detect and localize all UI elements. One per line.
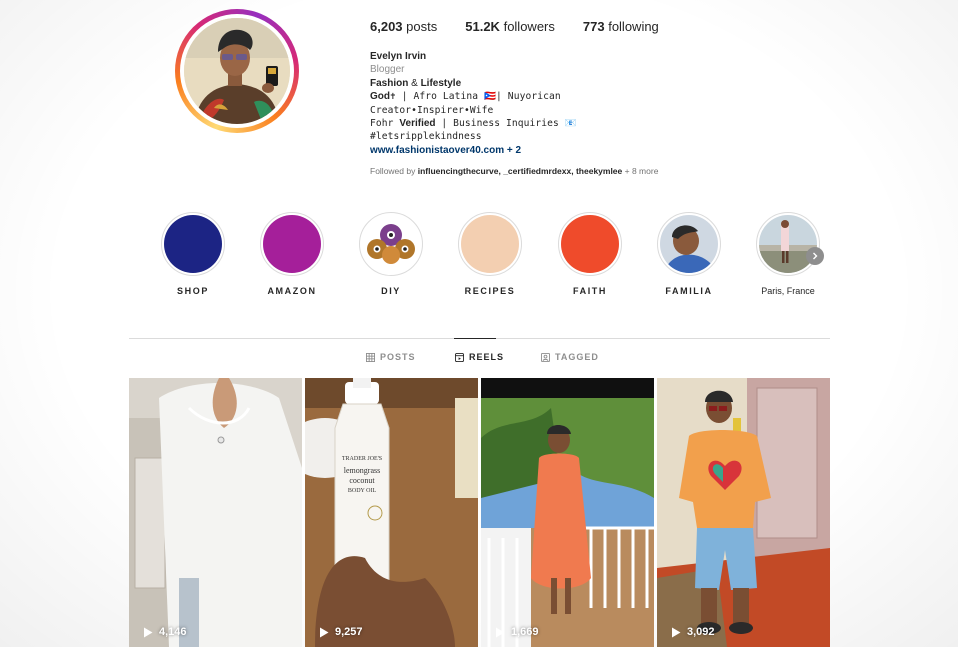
posts-stat: 6,203 posts <box>370 19 437 34</box>
tab-reels[interactable]: REELS <box>455 352 504 362</box>
profile-category: Blogger <box>370 64 405 76</box>
profile-name: Evelyn Irvin <box>370 51 427 62</box>
reel-thumbnail <box>129 378 302 647</box>
followers-count[interactable]: 51.2K <box>465 19 500 34</box>
play-icon <box>496 627 505 637</box>
tab-tagged-label[interactable]: TAGGED <box>555 352 599 362</box>
bio-line-1: Fashion & Lifestyle <box>370 77 462 89</box>
bio-line-4: Fohr Verified | Business Inquiries 📧 <box>370 118 577 130</box>
reel-thumbnail <box>657 378 830 647</box>
followed-by-names[interactable]: influencingthecurve, _certifiedmrdexx, t… <box>418 166 623 176</box>
chevron-right-icon[interactable] <box>806 247 824 265</box>
highlight-label: SHOP <box>177 286 209 296</box>
highlight-cover <box>561 215 619 273</box>
svg-text:TRADER JOE'S: TRADER JOE'S <box>342 456 382 462</box>
reel-tile-1[interactable]: 4,146 <box>129 378 302 647</box>
highlight-label: FAITH <box>573 286 607 296</box>
active-tab-indicator <box>454 338 496 339</box>
reel-tile-4[interactable]: 3,092 <box>657 378 830 647</box>
reel-view-count: 3,092 <box>671 626 715 638</box>
followed-by[interactable]: Followed by influencingthecurve, _certif… <box>370 166 658 176</box>
bio-line-3: Creator•Inspirer•Wife <box>370 104 494 116</box>
profile-avatar-story-ring[interactable] <box>175 9 299 133</box>
posts-label: posts <box>406 19 438 34</box>
svg-text:lemongrass: lemongrass <box>344 466 380 475</box>
highlight-cover <box>362 215 420 273</box>
highlight-label: Paris, France <box>761 286 815 296</box>
tab-posts-label[interactable]: POSTS <box>380 352 416 362</box>
highlight-cover <box>263 215 321 273</box>
following-count[interactable]: 773 <box>583 19 605 34</box>
highlight-diy[interactable]: DIY <box>341 212 441 296</box>
highlight-amazon[interactable]: AMAZON <box>242 212 342 296</box>
followers-stat[interactable]: 51.2K followers <box>465 19 555 34</box>
reel-view-count: 4,146 <box>143 626 187 638</box>
play-icon <box>144 627 153 637</box>
avatar[interactable] <box>184 18 290 124</box>
profile-stats: 6,203 posts 51.2K followers 773 followin… <box>370 19 659 34</box>
profile-bio: Evelyn Irvin Blogger Fashion & Lifestyle… <box>370 50 577 157</box>
highlight-familia[interactable]: FAMILIA <box>639 212 739 296</box>
reel-tile-3[interactable]: 1,669 <box>481 378 654 647</box>
followed-by-more[interactable]: + 8 more <box>622 166 659 176</box>
highlight-cover <box>759 215 817 273</box>
reel-thumbnail: TRADER JOE'S lemongrass coconut BODY OIL <box>305 378 478 647</box>
website-row[interactable]: www.fashionistaover40.com + 2 <box>370 144 577 157</box>
tab-tagged[interactable]: TAGGED <box>541 352 599 362</box>
reel-view-count: 9,257 <box>319 626 363 638</box>
following-label[interactable]: following <box>608 19 659 34</box>
website-more-link[interactable]: + 2 <box>504 145 521 156</box>
highlight-label: DIY <box>381 286 401 296</box>
highlight-label: FAMILIA <box>665 286 713 296</box>
reel-thumbnail <box>481 378 654 647</box>
highlight-cover <box>660 215 718 273</box>
svg-text:coconut: coconut <box>349 476 375 485</box>
tab-reels-label[interactable]: REELS <box>469 352 504 362</box>
posts-count: 6,203 <box>370 19 403 34</box>
bio-line-2: God✝ | Afro Latina 🇵🇷| Nuyorican <box>370 91 561 103</box>
followers-label[interactable]: followers <box>504 19 555 34</box>
play-icon <box>320 627 329 637</box>
bio-hashtag[interactable]: #letsripplekindness <box>370 130 577 143</box>
reel-view-count: 1,669 <box>495 626 539 638</box>
highlight-recipes[interactable]: RECIPES <box>440 212 540 296</box>
highlight-label: AMAZON <box>267 286 317 296</box>
highlight-label: RECIPES <box>464 286 516 296</box>
play-icon <box>672 627 681 637</box>
highlight-shop[interactable]: SHOP <box>143 212 243 296</box>
svg-text:BODY OIL: BODY OIL <box>348 488 377 494</box>
following-stat[interactable]: 773 following <box>583 19 659 34</box>
highlight-cover <box>461 215 519 273</box>
reel-tile-2[interactable]: TRADER JOE'S lemongrass coconut BODY OIL… <box>305 378 478 647</box>
highlight-faith[interactable]: FAITH <box>540 212 640 296</box>
grid-icon <box>366 352 375 362</box>
tab-posts[interactable]: POSTS <box>366 352 416 362</box>
highlight-cover <box>164 215 222 273</box>
website-link[interactable]: www.fashionistaover40.com <box>370 145 504 156</box>
tagged-icon <box>541 352 550 362</box>
reels-icon <box>455 352 464 362</box>
